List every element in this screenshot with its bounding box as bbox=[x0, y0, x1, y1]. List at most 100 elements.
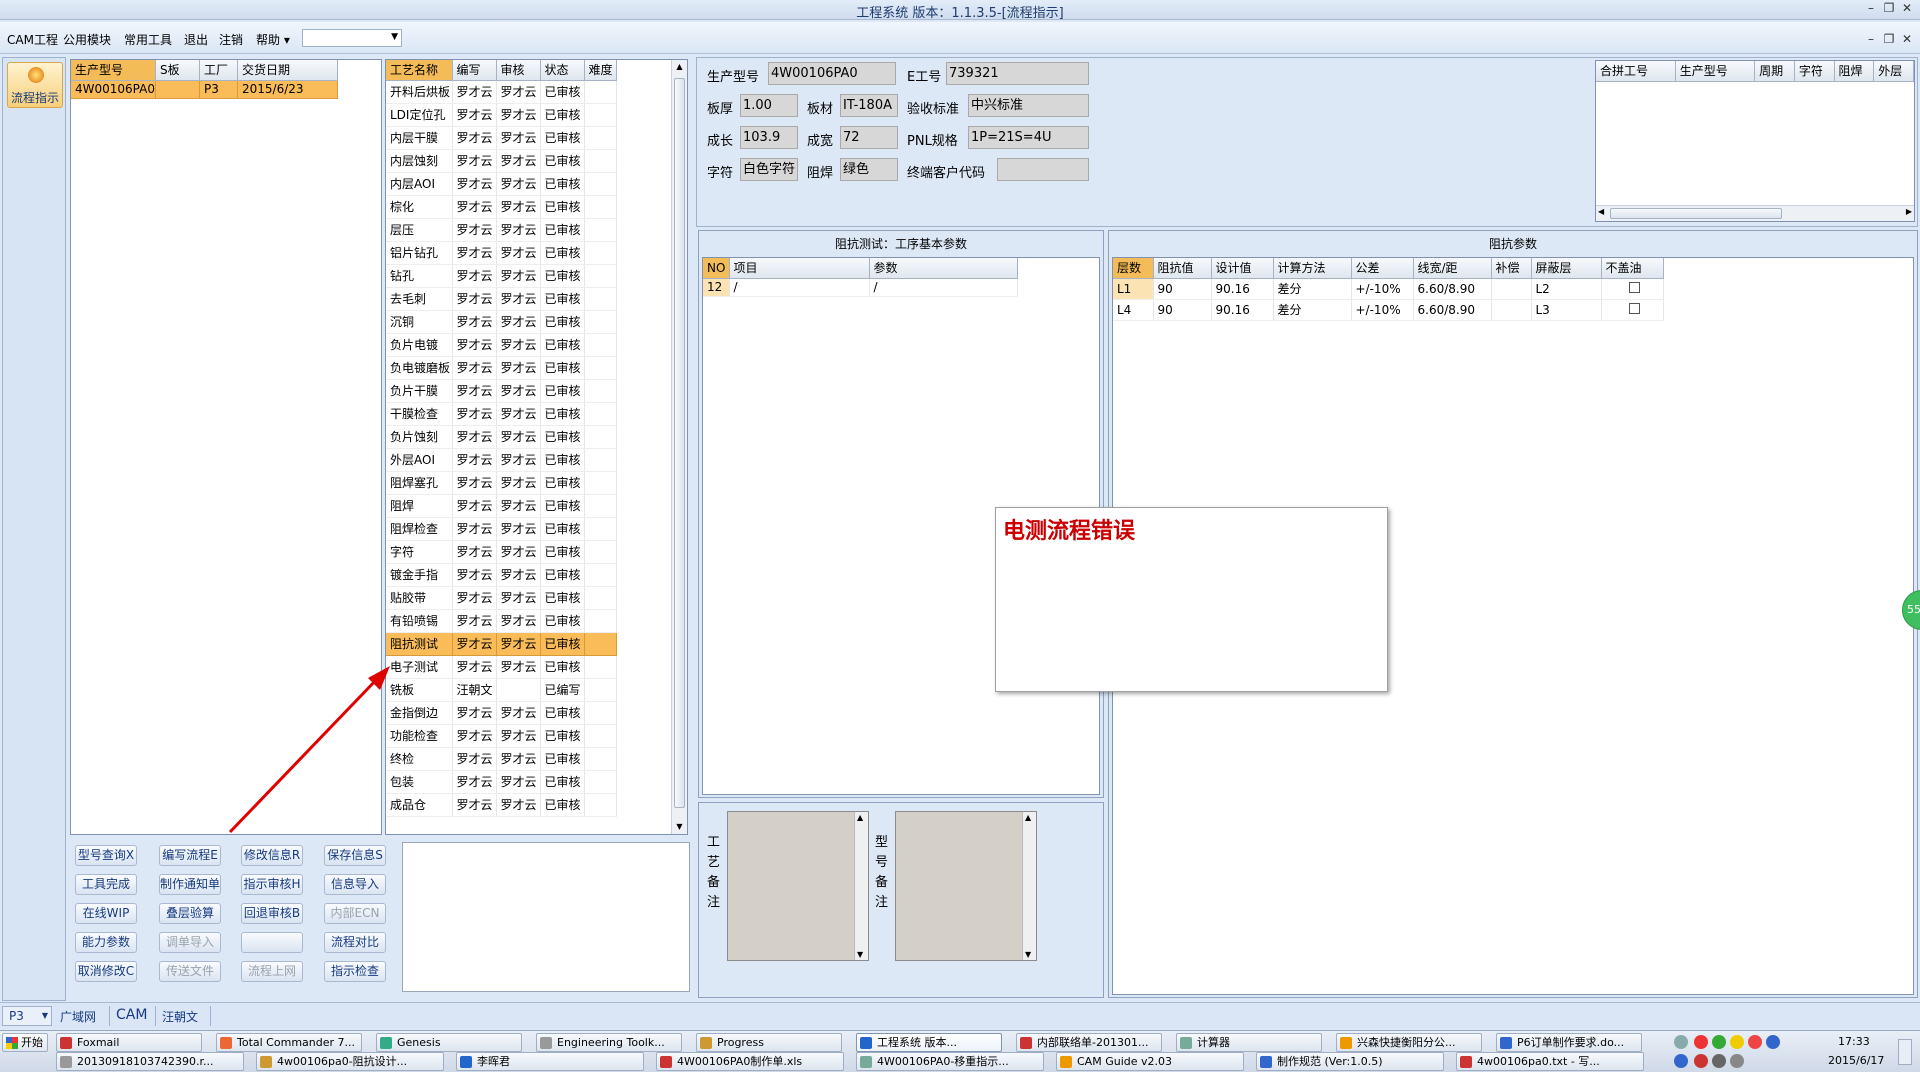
minimize-icon[interactable]: – bbox=[1862, 1, 1880, 15]
menu-combo[interactable]: ▼ bbox=[302, 29, 402, 47]
process-row[interactable]: 铝片钻孔 罗才云 罗才云 已审核 bbox=[386, 241, 617, 265]
error-icon[interactable] bbox=[1694, 1054, 1708, 1068]
taskbar-item[interactable]: 工程系统 版本... bbox=[856, 1033, 1002, 1052]
taskbar-item[interactable]: 4W00106PA0-移重指示... bbox=[856, 1052, 1044, 1071]
process-col-header[interactable]: 工艺名称 bbox=[386, 60, 453, 81]
action-button[interactable]: 保存信息S bbox=[324, 845, 386, 866]
usb-icon[interactable] bbox=[1712, 1054, 1726, 1068]
menu-tools[interactable]: 常用工具 bbox=[124, 31, 172, 48]
status-tab-cam[interactable]: CAM bbox=[116, 1007, 147, 1023]
action-button[interactable]: 指示审核H bbox=[241, 874, 303, 895]
length-field[interactable]: 103.9 bbox=[740, 126, 798, 149]
help-icon[interactable] bbox=[1674, 1054, 1688, 1068]
no-oil-checkbox[interactable] bbox=[1628, 281, 1640, 293]
no-oil-checkbox[interactable] bbox=[1628, 302, 1640, 314]
taskbar-item[interactable]: 兴森快捷衡阳分公... bbox=[1336, 1033, 1482, 1052]
action-button[interactable]: 叠层验算 bbox=[159, 903, 221, 924]
status-combo[interactable]: P3 ▼ bbox=[2, 1006, 52, 1026]
process-row[interactable]: 镀金手指 罗才云 罗才云 已审核 bbox=[386, 563, 617, 587]
taskbar-item[interactable]: 制作规范 (Ver:1.0.5) bbox=[1256, 1052, 1444, 1071]
action-button[interactable]: 调单导入 bbox=[159, 932, 221, 953]
imp-params-col-header[interactable]: 不盖油 bbox=[1601, 258, 1664, 279]
e-no-field[interactable]: 739321 bbox=[946, 62, 1089, 85]
imp-params-col-header[interactable]: 层数 bbox=[1113, 258, 1154, 279]
action-button[interactable] bbox=[241, 932, 303, 953]
menu-public[interactable]: 公用模块 bbox=[63, 31, 111, 48]
imp-test-col-header[interactable]: 参数 bbox=[869, 258, 1018, 279]
model-remark-box[interactable]: ▲ ▼ bbox=[895, 811, 1037, 961]
pnl-field[interactable]: 1P=21S=4U bbox=[968, 126, 1089, 149]
process-col-header[interactable]: 审核 bbox=[496, 60, 541, 81]
imp-params-row[interactable]: L1 90 90.16 差分 +/-10% 6.60/8.90 L2 bbox=[1113, 278, 1664, 300]
prod-model-field[interactable]: 4W00106PA0 bbox=[768, 62, 896, 85]
volume-icon[interactable] bbox=[1730, 1054, 1744, 1068]
process-row[interactable]: 包装 罗才云 罗才云 已审核 bbox=[386, 770, 617, 794]
mask-field[interactable]: 绿色 bbox=[840, 158, 898, 181]
process-row[interactable]: 层压 罗才云 罗才云 已审核 bbox=[386, 218, 617, 242]
action-button[interactable]: 在线WIP bbox=[75, 903, 137, 924]
imp-params-col-header[interactable]: 阻抗值 bbox=[1153, 258, 1212, 279]
process-row[interactable]: 内层AOI 罗才云 罗才云 已审核 bbox=[386, 172, 617, 196]
thickness-field[interactable]: 1.00 bbox=[740, 94, 798, 117]
customer-code-field[interactable] bbox=[997, 158, 1089, 181]
action-button[interactable]: 流程对比 bbox=[324, 932, 386, 953]
taskbar-item[interactable]: P6订单制作要求.do... bbox=[1496, 1033, 1642, 1052]
taskbar-item[interactable]: Progress bbox=[696, 1033, 842, 1052]
orders-col-header[interactable]: S板 bbox=[155, 60, 200, 81]
taskbar-item[interactable]: 计算器 bbox=[1176, 1033, 1322, 1052]
model-remark-scrollbar[interactable]: ▲ ▼ bbox=[1022, 812, 1036, 960]
process-scrollbar[interactable]: ▲ ▼ bbox=[671, 60, 687, 834]
action-button[interactable]: 编写流程E bbox=[159, 845, 221, 866]
menu-exit[interactable]: 退出 bbox=[184, 31, 208, 48]
scroll-right-icon[interactable]: ▶ bbox=[1906, 207, 1912, 216]
restore-icon[interactable]: ❐ bbox=[1880, 1, 1898, 15]
scroll-up-icon[interactable]: ▲ bbox=[673, 62, 686, 74]
orders-row[interactable]: 4W00106PA0 P3 2015/6/23 bbox=[71, 80, 338, 99]
scroll-down-icon[interactable]: ▼ bbox=[857, 950, 863, 959]
app-icon[interactable] bbox=[1748, 1035, 1762, 1049]
process-row[interactable]: 阻抗测试 罗才云 罗才云 已审核 bbox=[386, 632, 617, 656]
action-button[interactable]: 回退审核B bbox=[241, 903, 303, 924]
taskbar-item[interactable]: 20130918103742390.r... bbox=[56, 1052, 244, 1071]
taskbar-item[interactable]: CAM Guide v2.03 bbox=[1056, 1052, 1244, 1071]
start-button[interactable]: 开始 bbox=[2, 1033, 48, 1052]
imp-params-col-header[interactable]: 设计值 bbox=[1211, 258, 1274, 279]
char-field[interactable]: 白色字符 bbox=[740, 158, 798, 181]
taskbar-item[interactable]: 4W00106PA0制作单.xls bbox=[656, 1052, 844, 1071]
process-row[interactable]: 内层干膜 罗才云 罗才云 已审核 bbox=[386, 126, 617, 150]
merge-hscrollbar[interactable]: ◀ ▶ bbox=[1596, 205, 1914, 221]
process-row[interactable]: 干膜检查 罗才云 罗才云 已审核 bbox=[386, 402, 617, 426]
merge-col-header[interactable]: 周期 bbox=[1754, 61, 1795, 82]
process-row[interactable]: 金指倒边 罗才云 罗才云 已审核 bbox=[386, 701, 617, 725]
process-row[interactable]: 功能检查 罗才云 罗才云 已审核 bbox=[386, 724, 617, 748]
orders-col-header[interactable]: 工厂 bbox=[199, 60, 238, 81]
process-row[interactable]: LDI定位孔 罗才云 罗才云 已审核 bbox=[386, 103, 617, 127]
imp-test-col-header[interactable]: 项目 bbox=[729, 258, 870, 279]
action-button[interactable]: 信息导入 bbox=[324, 874, 386, 895]
merge-col-header[interactable]: 字符 bbox=[1794, 61, 1835, 82]
scroll-left-icon[interactable]: ◀ bbox=[1598, 207, 1604, 216]
child-minimize-icon[interactable]: – bbox=[1862, 32, 1880, 46]
process-row[interactable]: 贴胶带 罗才云 罗才云 已审核 bbox=[386, 586, 617, 610]
imp-params-col-header[interactable]: 补偿 bbox=[1491, 258, 1532, 279]
merge-col-header[interactable]: 阻焊 bbox=[1834, 61, 1875, 82]
process-row[interactable]: 棕化 罗才云 罗才云 已审核 bbox=[386, 195, 617, 219]
refresh-icon[interactable] bbox=[1730, 1035, 1744, 1049]
process-col-header[interactable]: 编写 bbox=[452, 60, 497, 81]
child-restore-icon[interactable]: ❐ bbox=[1880, 32, 1898, 46]
close-icon[interactable]: ✕ bbox=[1898, 1, 1916, 15]
process-row[interactable]: 负片干膜 罗才云 罗才云 已审核 bbox=[386, 379, 617, 403]
merge-col-header[interactable]: 生产型号 bbox=[1675, 61, 1756, 82]
scroll-up-icon[interactable]: ▲ bbox=[857, 813, 863, 822]
process-row[interactable]: 内层蚀刻 罗才云 罗才云 已审核 bbox=[386, 149, 617, 173]
network-icon[interactable] bbox=[1766, 1035, 1780, 1049]
process-col-header[interactable]: 状态 bbox=[540, 60, 585, 81]
process-note-box[interactable] bbox=[402, 842, 690, 992]
taskbar-item[interactable]: Foxmail bbox=[56, 1033, 202, 1052]
imp-params-col-header[interactable]: 公差 bbox=[1351, 258, 1414, 279]
orders-col-header[interactable]: 交货日期 bbox=[237, 60, 338, 81]
taskbar-item[interactable]: 4w00106pa0.txt - 写... bbox=[1456, 1052, 1644, 1071]
process-row[interactable]: 阻焊 罗才云 罗才云 已审核 bbox=[386, 494, 617, 518]
imp-params-col-header[interactable]: 线宽/距 bbox=[1413, 258, 1492, 279]
process-col-header[interactable]: 难度 bbox=[584, 60, 617, 81]
